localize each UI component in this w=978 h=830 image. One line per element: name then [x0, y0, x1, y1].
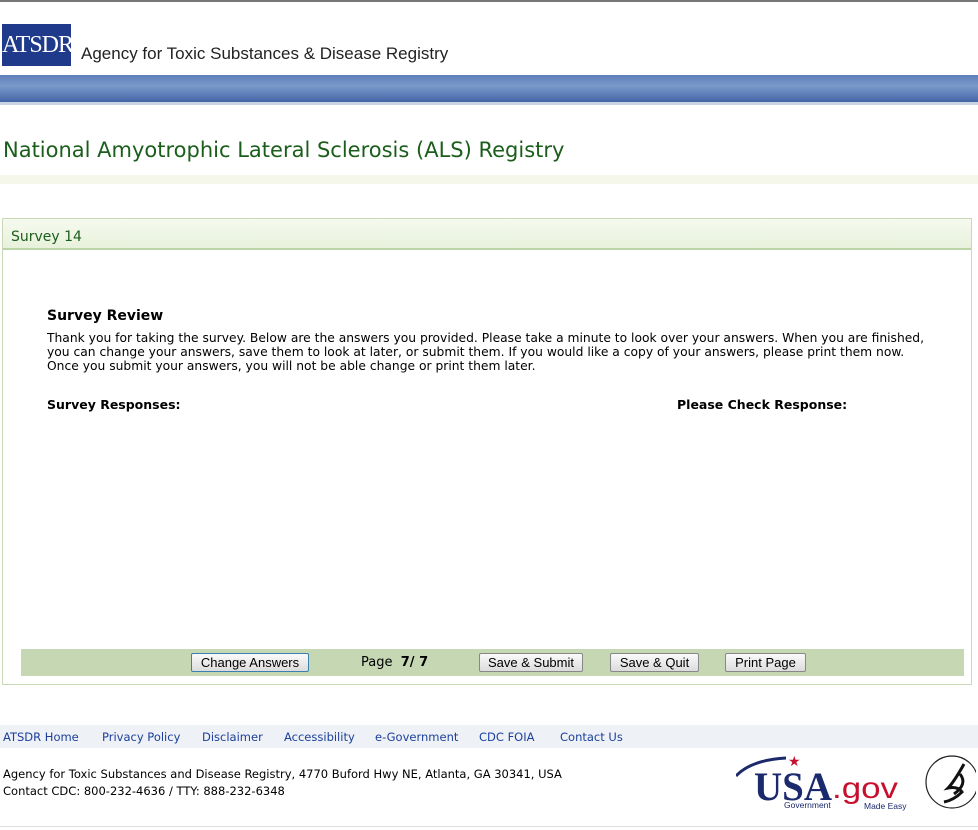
page-value: 7/ 7	[400, 655, 429, 670]
usagov-logo[interactable]: ★ USA .gov Government Made Easy	[736, 752, 922, 812]
top-border	[0, 0, 978, 2]
footer-link-accessibility[interactable]: Accessibility	[284, 730, 355, 744]
survey-panel: Survey 14 Survey Review Thank you for ta…	[2, 218, 972, 685]
footer-link-disclaimer[interactable]: Disclaimer	[202, 730, 263, 744]
panel-title: Survey 14	[3, 219, 971, 250]
change-answers-button[interactable]: Change Answers	[191, 653, 309, 672]
bottom-border	[0, 826, 978, 827]
button-bar: Change Answers Page 7/ 7 Save & Submit S…	[21, 649, 964, 676]
page-title: National Amyotrophic Lateral Sclerosis (…	[3, 138, 565, 162]
hhs-seal[interactable]	[924, 752, 976, 812]
contact-line: Contact CDC: 800-232-4636 / TTY: 888-232…	[3, 784, 285, 798]
address-line: Agency for Toxic Substances and Disease …	[3, 767, 562, 781]
divider-band	[0, 175, 978, 184]
footer-link-contact[interactable]: Contact Us	[560, 730, 623, 744]
svg-text:Government: Government	[784, 800, 831, 810]
nav-bar	[0, 75, 978, 105]
survey-responses-label: Survey Responses:	[47, 397, 181, 412]
footer-link-atsdr-home[interactable]: ATSDR Home	[3, 730, 79, 744]
page-label: Page	[361, 655, 393, 670]
svg-text:Made Easy: Made Easy	[864, 801, 907, 811]
print-page-button[interactable]: Print Page	[725, 653, 806, 672]
save-submit-button[interactable]: Save & Submit	[479, 653, 583, 672]
footer-nav: ATSDR Home Privacy Policy Disclaimer Acc…	[0, 725, 978, 748]
atsdr-logo[interactable]: ATSDR	[2, 24, 74, 66]
page-indicator: Page 7/ 7	[361, 655, 428, 670]
footer-link-foia[interactable]: CDC FOIA	[479, 730, 535, 744]
review-text: Thank you for taking the survey. Below a…	[47, 331, 925, 373]
footer-link-privacy[interactable]: Privacy Policy	[102, 730, 180, 744]
footer-address: Agency for Toxic Substances and Disease …	[3, 766, 562, 800]
agency-name: Agency for Toxic Substances & Disease Re…	[81, 44, 449, 63]
review-heading: Survey Review	[47, 308, 164, 324]
footer-link-egov[interactable]: e-Government	[375, 730, 458, 744]
check-response-label: Please Check Response:	[677, 397, 848, 412]
save-quit-button[interactable]: Save & Quit	[610, 653, 699, 672]
